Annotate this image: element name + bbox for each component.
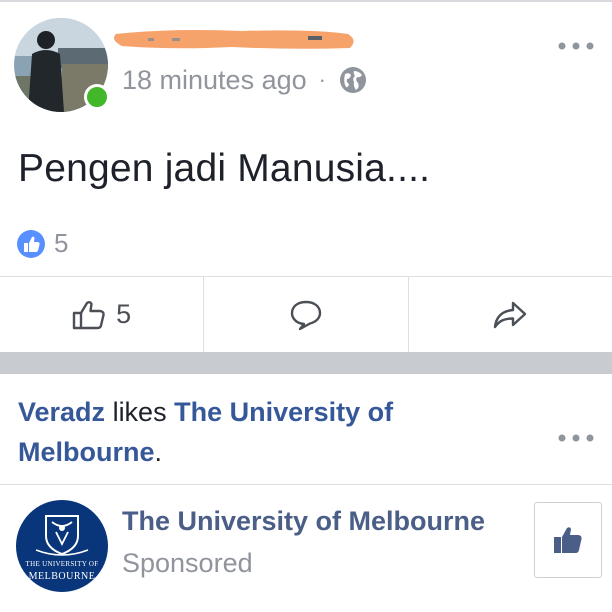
like-count: 5 xyxy=(116,299,132,329)
comment-bubble-icon xyxy=(290,300,322,330)
sponsored-story: Veradz likes The University of Melbourne… xyxy=(0,374,612,612)
story-header: Veradz likes The University of Melbourne… xyxy=(18,392,528,472)
story-period: . xyxy=(154,437,163,467)
sponsor-page-name[interactable]: The University of Melbourne xyxy=(122,506,485,537)
share-button[interactable] xyxy=(407,277,612,352)
feed-post: 18 minutes ago · Pengen jadi Manusia....… xyxy=(0,0,612,352)
reaction-count: 5 xyxy=(54,228,69,258)
story-divider xyxy=(0,484,612,485)
post-action-bar: 5 xyxy=(0,276,612,352)
logo-text-line2: MELBOURNE xyxy=(28,571,96,582)
thumbs-up-filled-icon xyxy=(554,527,582,553)
author-name-redacted[interactable] xyxy=(112,26,357,52)
university-logo[interactable]: THE UNIVERSITY OF MELBOURNE xyxy=(16,500,108,592)
globe-icon[interactable] xyxy=(338,65,368,95)
post-timestamp[interactable]: 18 minutes ago xyxy=(122,65,307,96)
share-arrow-icon xyxy=(494,301,527,328)
comment-button[interactable] xyxy=(203,277,407,352)
more-options-icon[interactable] xyxy=(556,430,596,446)
more-options-icon[interactable] xyxy=(556,38,596,54)
like-page-button[interactable] xyxy=(534,502,602,578)
story-verb: likes xyxy=(105,397,175,427)
post-meta: 18 minutes ago · xyxy=(122,64,368,96)
online-status-indicator xyxy=(84,84,110,110)
post-top-border xyxy=(0,0,612,2)
feed-separator xyxy=(0,352,612,374)
logo-text-line1: THE UNIVERSITY OF xyxy=(25,560,99,568)
story-actor-link[interactable]: Veradz xyxy=(18,397,105,427)
like-badge-icon xyxy=(17,229,45,258)
redaction-scribble xyxy=(114,30,354,49)
thumbs-up-outline-icon xyxy=(72,300,105,329)
like-button[interactable]: 5 xyxy=(0,277,203,352)
reaction-summary[interactable]: 5 xyxy=(16,228,68,259)
post-status-text: Pengen jadi Manusia.... xyxy=(18,147,431,190)
sponsored-label: Sponsored xyxy=(122,548,253,578)
meta-separator: · xyxy=(318,67,326,92)
